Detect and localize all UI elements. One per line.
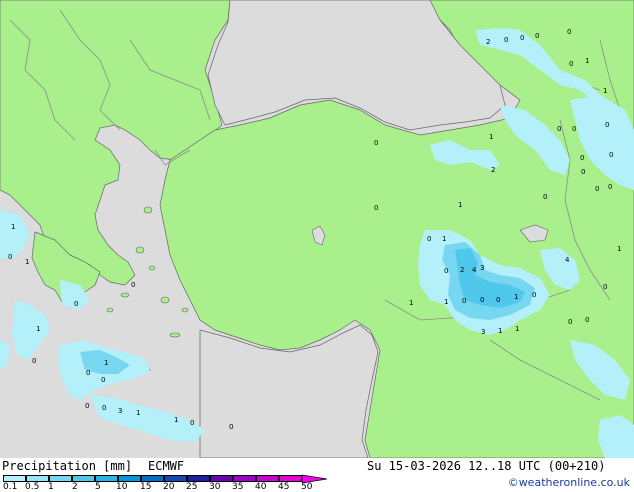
legend-swatch	[26, 475, 49, 482]
map-label: 0	[131, 281, 135, 289]
map-label: 0	[504, 36, 508, 44]
map-label: 0	[568, 318, 572, 326]
map-label: 0	[572, 125, 576, 133]
map-footer: Precipitation [mm] ECMWF Su 15-03-2026 1…	[0, 458, 634, 492]
map-label: 0	[580, 154, 584, 162]
map-label: 0	[543, 193, 547, 201]
map-label: 0	[595, 185, 599, 193]
legend-tick: 50	[301, 482, 313, 492]
map-label: 1	[498, 327, 502, 335]
map-label: 0	[585, 316, 589, 324]
legend-tick: 30	[209, 482, 221, 492]
legend-swatch	[233, 475, 256, 482]
map-label: 4	[472, 266, 477, 274]
legend-swatch	[3, 475, 26, 482]
legend-tick: 40	[255, 482, 267, 492]
svg-text:0: 0	[101, 376, 105, 384]
map-canvas: 2 0 0 0 0 0 1 1 0 0 0 1 0 0 0 2 0 0 0 0 …	[0, 0, 634, 459]
legend-swatch	[256, 475, 279, 482]
legend-tick: 10	[116, 482, 128, 492]
map-label: 1	[489, 133, 493, 141]
legend-tick: 25	[186, 482, 198, 492]
map-label: 1	[444, 298, 448, 306]
map-label: 0	[32, 357, 36, 365]
legend-tick: 0.1	[3, 482, 18, 492]
legend-swatch	[279, 475, 302, 482]
legend-tick: 20	[163, 482, 175, 492]
legend-swatch	[118, 475, 141, 482]
map-label: 1	[409, 299, 413, 307]
map-label: 0	[427, 235, 431, 243]
svg-text:0: 0	[85, 402, 89, 410]
valid-time: Su 15-03-2026 12..18 UTC (00+210)	[367, 459, 606, 473]
map-label: 1	[603, 87, 607, 95]
map-label: 2	[486, 38, 490, 46]
map-label: 4	[565, 256, 570, 264]
map-label: 0	[374, 204, 378, 212]
map-label: 1	[11, 223, 15, 231]
map-label: 0	[567, 28, 571, 36]
legend-tick: 15	[140, 482, 152, 492]
map-label: 0	[74, 300, 78, 308]
map-label: 1	[458, 201, 462, 209]
map-label: 0	[444, 267, 448, 275]
map-label: 3	[480, 264, 484, 272]
svg-text:1: 1	[136, 409, 140, 417]
map-label: 0	[462, 297, 466, 305]
map-label: 0	[535, 32, 539, 40]
legend-swatch	[164, 475, 187, 482]
map-label: 1	[617, 245, 621, 253]
legend-tick: 0.5	[25, 482, 40, 492]
map-label: 1	[515, 325, 519, 333]
map-label: 2	[460, 266, 464, 274]
svg-text:1: 1	[104, 359, 108, 367]
legend-tick: 5	[95, 482, 101, 492]
map-label: 1	[25, 258, 29, 266]
legend-tick: 1	[48, 482, 54, 492]
map-label: 0	[480, 296, 484, 304]
map-label: 0	[605, 121, 609, 129]
map-label: 0	[609, 151, 613, 159]
map-label: 0	[496, 296, 500, 304]
legend-tick: 2	[72, 482, 78, 492]
svg-text:0: 0	[229, 423, 233, 431]
map-label: 1	[36, 325, 40, 333]
map-label: 0	[520, 34, 524, 42]
svg-text:1: 1	[174, 416, 178, 424]
map-label: 0	[569, 60, 573, 68]
legend-tick: 45	[278, 482, 290, 492]
map-label: 0	[608, 183, 612, 191]
legend-swatch	[141, 475, 164, 482]
legend-tick: 35	[232, 482, 244, 492]
legend-swatch	[210, 475, 233, 482]
svg-text:0: 0	[102, 404, 106, 412]
map-label: 2	[491, 166, 495, 174]
precipitation-map: 2 0 0 0 0 0 1 1 0 0 0 1 0 0 0 2 0 0 0 0 …	[0, 0, 634, 459]
site-credit-link[interactable]: ©weatheronline.co.uk	[508, 476, 630, 489]
model-name: ECMWF	[148, 459, 185, 473]
legend-swatch	[95, 475, 118, 482]
map-label: 0	[557, 125, 561, 133]
map-label: 1	[585, 57, 589, 65]
legend-swatch	[72, 475, 95, 482]
svg-text:3: 3	[118, 407, 122, 415]
map-label: 1	[514, 293, 518, 301]
map-label: 1	[442, 235, 446, 243]
map-label: 0	[603, 283, 607, 291]
map-label: 0	[532, 291, 536, 299]
svg-text:0: 0	[190, 419, 194, 427]
map-label: 0	[86, 369, 90, 377]
map-title: Precipitation [mm]	[2, 459, 133, 473]
map-label: 3	[481, 328, 485, 336]
map-label: 0	[581, 168, 585, 176]
legend-swatch	[49, 475, 72, 482]
map-label: 0	[8, 253, 12, 261]
legend-swatch	[187, 475, 210, 482]
map-label: 0	[374, 139, 378, 147]
